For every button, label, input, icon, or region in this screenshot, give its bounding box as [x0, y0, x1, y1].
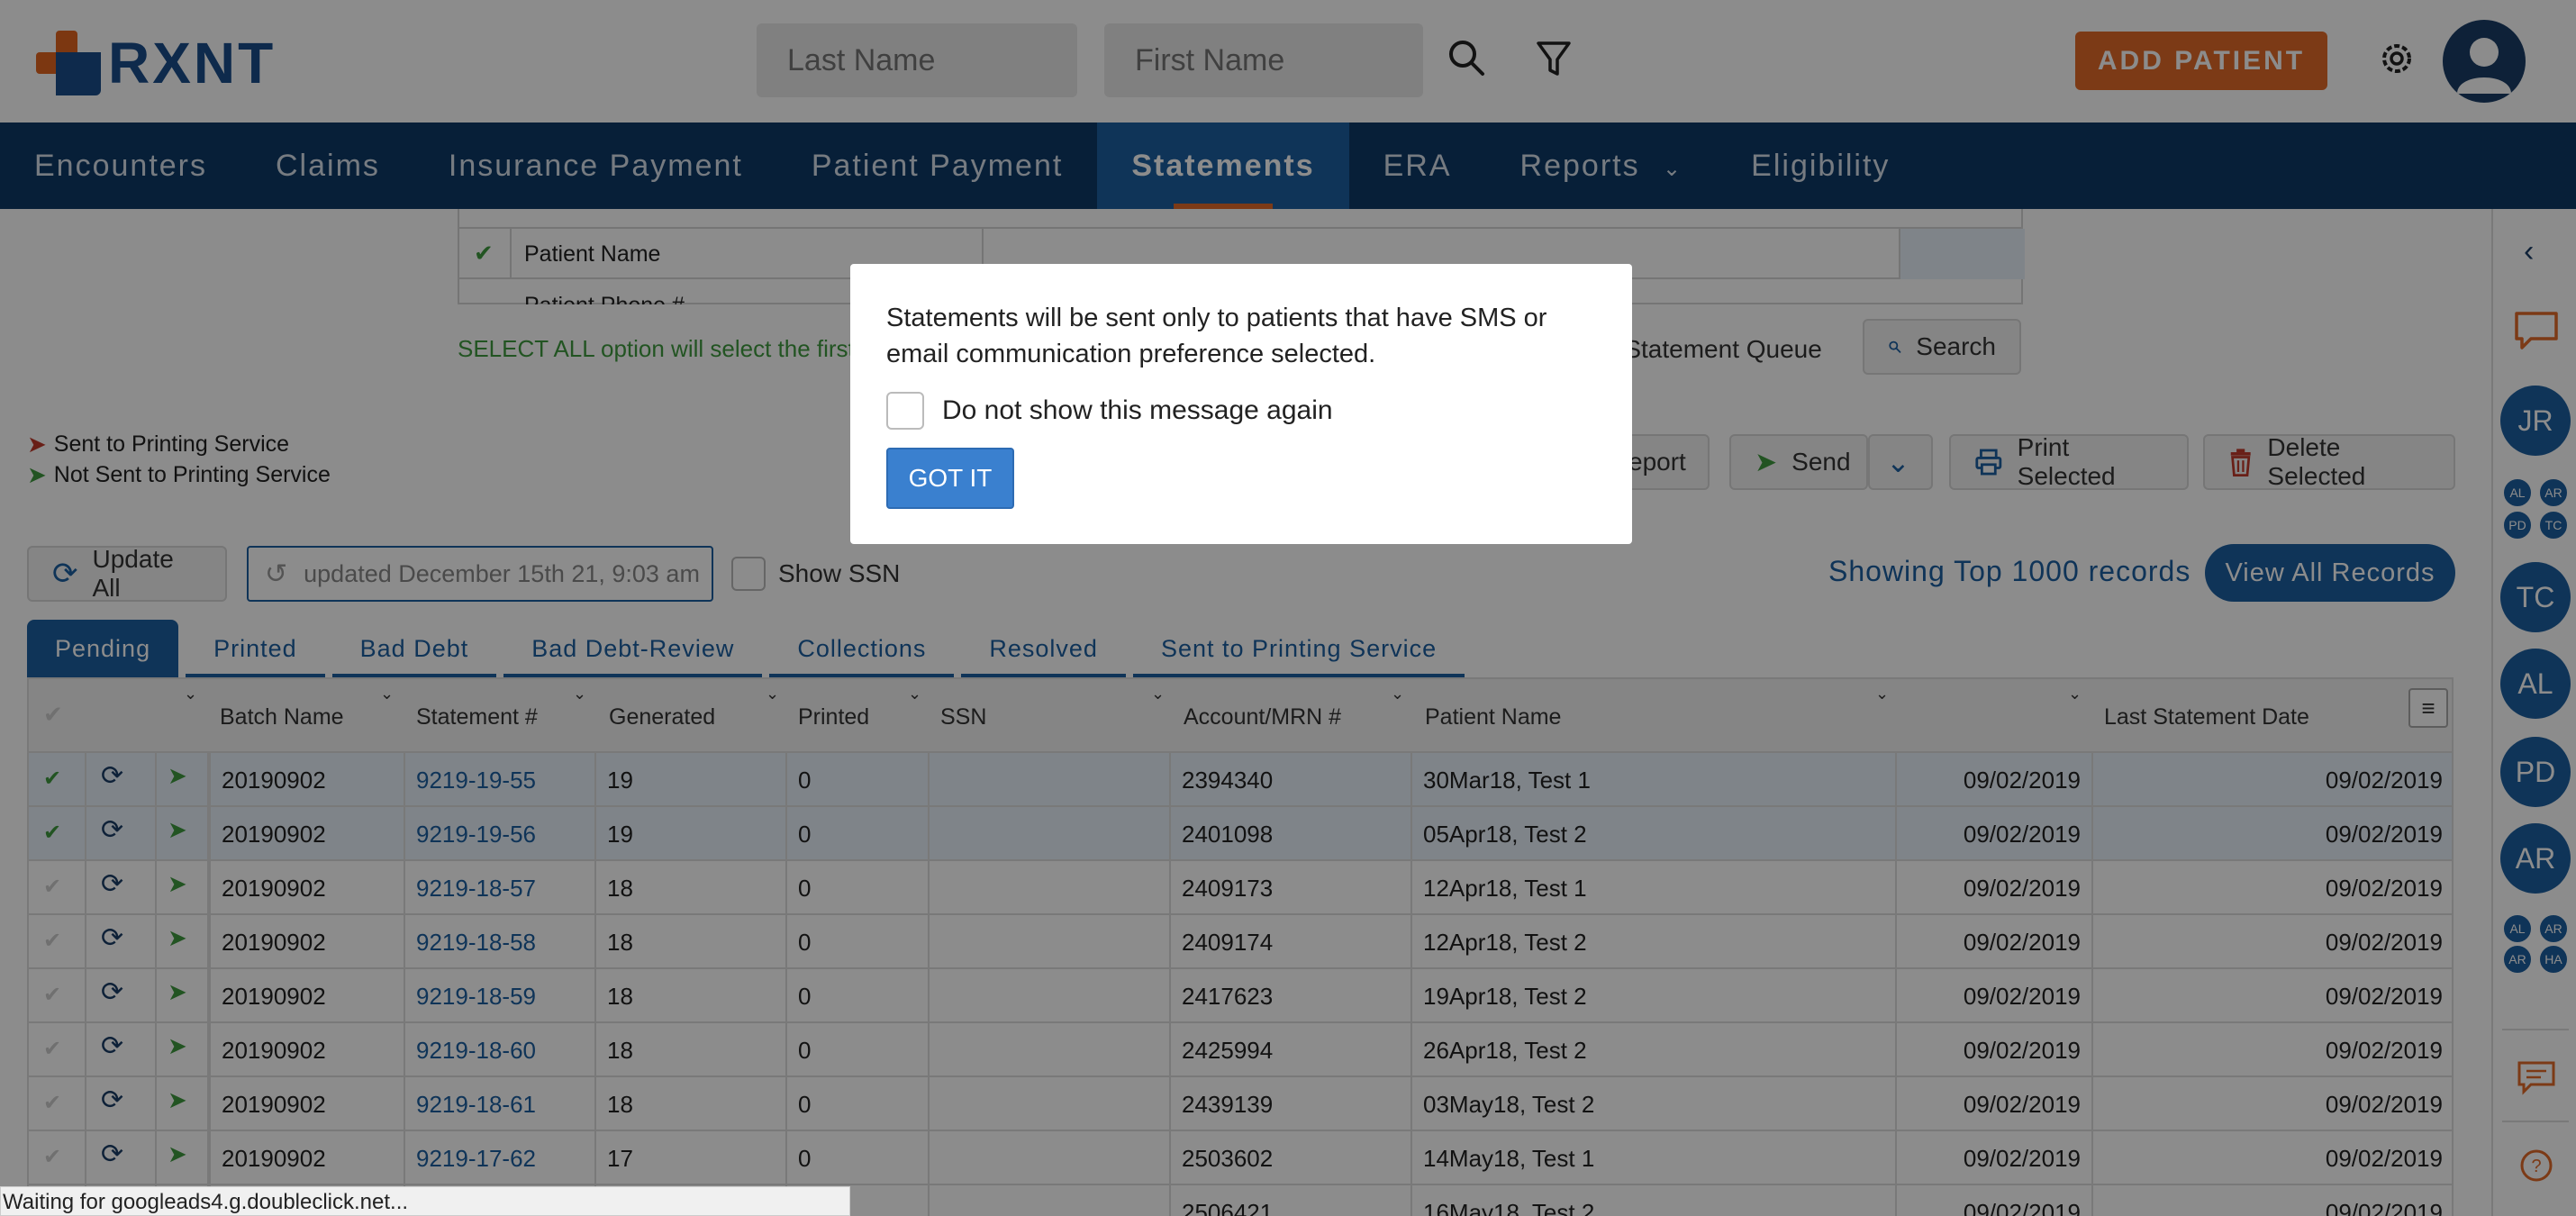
- dont-show-again-checkbox[interactable]: [886, 392, 924, 430]
- dont-show-again-label: Do not show this message again: [942, 395, 1333, 425]
- got-it-button[interactable]: GOT IT: [886, 448, 1014, 509]
- info-modal: Statements will be sent only to patients…: [850, 264, 1632, 544]
- dont-show-again-row[interactable]: Do not show this message again: [886, 392, 1596, 430]
- modal-message: Statements will be sent only to patients…: [886, 304, 1547, 368]
- modal-backdrop[interactable]: [0, 0, 2576, 1216]
- browser-status-bar: Waiting for googleads4.g.doubleclick.net…: [0, 1186, 850, 1216]
